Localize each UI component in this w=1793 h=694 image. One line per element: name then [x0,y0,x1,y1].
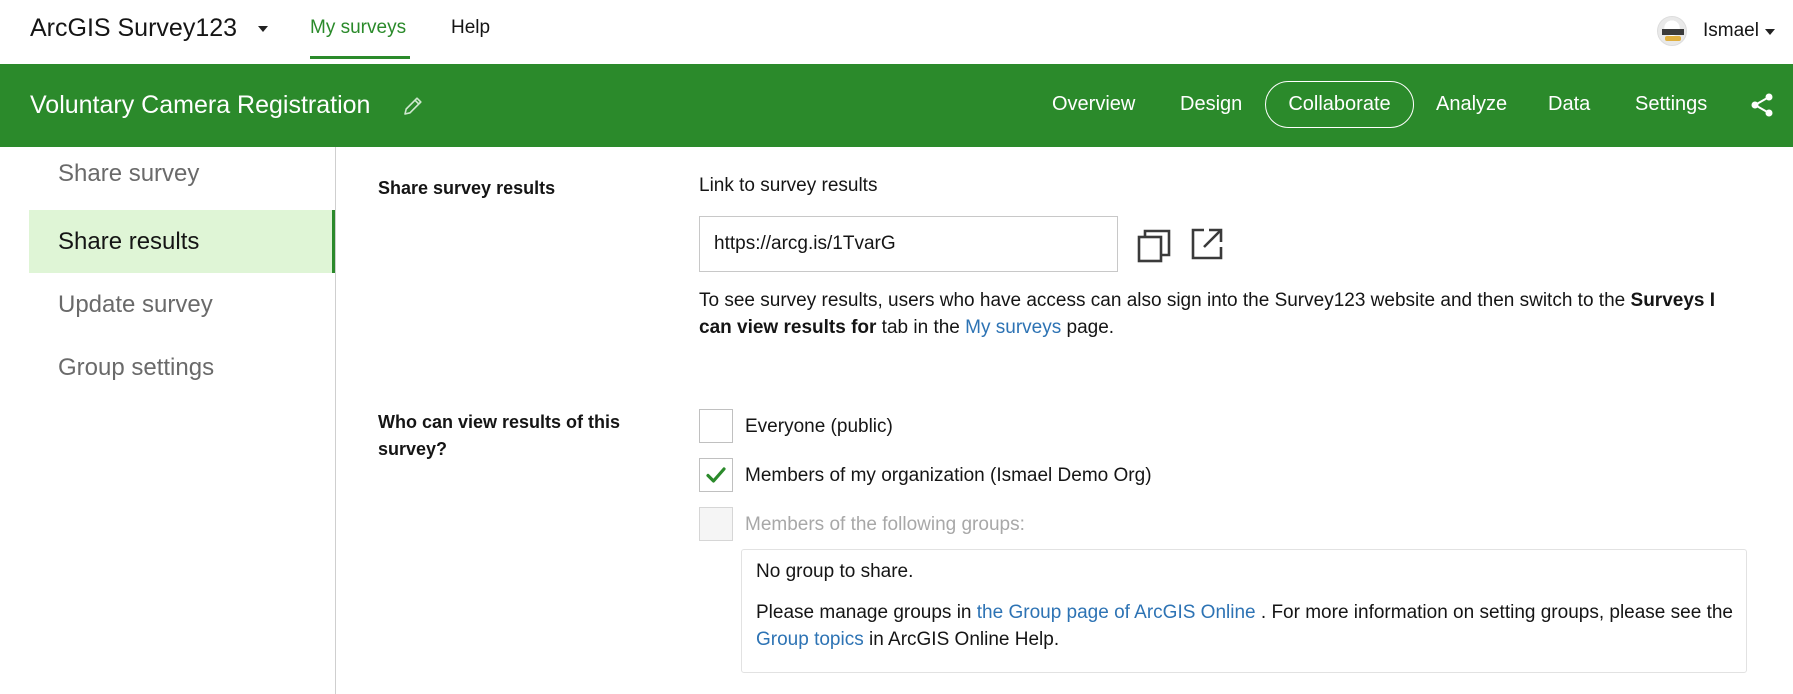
results-url-field[interactable]: https://arcg.is/1TvarG [699,216,1118,272]
checkbox-organization[interactable] [699,458,733,492]
checkbox-everyone-public[interactable] [699,409,733,443]
checkbox-label-groups: Members of the following groups: [745,514,1025,535]
sidebar-item-group-settings[interactable]: Group settings [29,336,335,399]
app-title[interactable]: ArcGIS Survey123 [30,14,237,43]
no-group-message: No group to share. [756,561,914,582]
tab-settings[interactable]: Settings [1635,93,1707,116]
nav-active-underline [310,56,410,59]
open-external-icon[interactable] [1189,226,1225,262]
survey-title: Voluntary Camera Registration [30,91,371,119]
tab-analyze[interactable]: Analyze [1436,93,1507,116]
sidebar-item-share-survey[interactable]: Share survey [29,147,335,201]
my-surveys-link[interactable]: My surveys [965,317,1061,338]
who-can-view-heading: Who can view results of this survey? [378,412,621,459]
tab-overview[interactable]: Overview [1052,93,1135,116]
group-topics-link[interactable]: Group topics [756,629,864,650]
chevron-down-icon[interactable] [258,26,268,32]
sidebar: Share survey Share results Update survey… [0,147,336,694]
sidebar-item-share-results[interactable]: Share results [29,210,335,273]
checkbox-groups[interactable] [699,507,733,541]
avatar[interactable] [1657,16,1687,46]
results-info-text: To see survey results, users who have ac… [699,290,1716,338]
checkbox-label-organization[interactable]: Members of my organization (Ismael Demo … [745,465,1152,487]
survey-header: Voluntary Camera Registration Overview D… [0,64,1793,147]
link-label: Link to survey results [699,175,878,196]
nav-help[interactable]: Help [451,17,490,39]
group-list-panel: No group to share. Please manage groups … [741,549,1747,673]
manage-groups-text: Please manage groups in the Group page o… [756,602,1733,650]
share-icon[interactable] [1748,91,1776,119]
checkbox-label-everyone[interactable]: Everyone (public) [745,416,893,438]
share-results-heading: Share survey results [378,178,556,198]
checkmark-icon [706,467,726,483]
nav-my-surveys[interactable]: My surveys [310,17,406,39]
tab-design[interactable]: Design [1180,93,1242,116]
user-menu-chevron-icon[interactable] [1765,29,1775,35]
user-menu[interactable]: Ismael [1703,20,1759,42]
copy-icon[interactable] [1136,228,1172,264]
tab-collaborate[interactable]: Collaborate [1265,81,1414,128]
top-bar: ArcGIS Survey123 My surveys Help Ismael [0,0,1793,64]
pencil-icon[interactable] [401,94,425,118]
tab-data[interactable]: Data [1548,93,1590,116]
sidebar-item-update-survey[interactable]: Update survey [29,273,335,336]
group-page-link[interactable]: the Group page of ArcGIS Online [977,602,1256,623]
